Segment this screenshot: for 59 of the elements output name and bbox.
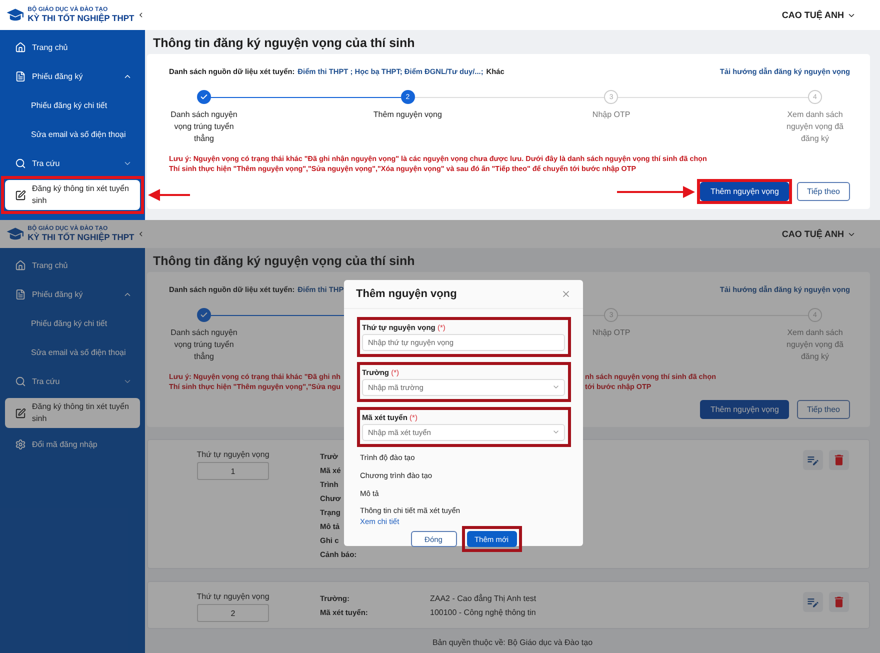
close-icon[interactable]: [561, 289, 571, 299]
menu-icon: [15, 71, 26, 82]
chevron-down-icon: [123, 159, 132, 168]
step-label: Thêm nguyện vọng: [372, 109, 443, 121]
sidebar-item[interactable]: Phiếu đăng ký chi tiết: [5, 309, 140, 338]
sidebar-item[interactable]: Đổi mã đăng nhập: [5, 430, 140, 459]
menu-icon: [15, 260, 26, 271]
menu-icon: [15, 190, 26, 200]
user-menu[interactable]: CAO TUỆ ANH: [782, 229, 856, 239]
sidebar-item[interactable]: Sửa email và số điện thoại: [5, 120, 140, 149]
page-title: Thông tin đăng ký nguyện vọng của thí sinh: [152, 35, 416, 52]
user-menu[interactable]: CAO TUỆ ANH: [782, 10, 856, 20]
sidebar-item[interactable]: Đăng ký thông tin xét tuyển sinh: [5, 398, 140, 428]
sidebar-item[interactable]: Phiếu đăng ký: [5, 62, 140, 91]
order-field[interactable]: 1: [197, 462, 269, 480]
next-button[interactable]: Tiếp theo: [796, 400, 850, 420]
menu-icon: [15, 408, 26, 418]
system-title: KỲ THI TỐT NGHIỆP THPT: [28, 232, 134, 242]
field-value: 100100 - Công nghệ thông tin: [430, 607, 536, 620]
sidebar-item[interactable]: Tra cứu: [5, 367, 140, 396]
trash-icon: [832, 595, 846, 610]
sidebar-item[interactable]: Tra cứu: [5, 149, 140, 178]
sidebar-item[interactable]: Phiếu đăng ký: [5, 280, 140, 309]
menu-icon: [15, 439, 26, 450]
copyright-footer: Bản quyền thuộc về: Bộ Giáo dục và Đào tạo: [145, 632, 880, 653]
chevron-down-icon: [552, 428, 560, 436]
sidebar-item[interactable]: Trang chủ: [5, 33, 140, 62]
order-label: Thứ tự nguyện vọng: [196, 592, 270, 602]
page-title: Thông tin đăng ký nguyện vọng của thí sinh: [152, 253, 416, 270]
chevron-down-icon: [552, 383, 560, 391]
add-wish-button[interactable]: Thêm nguyện vọng: [700, 400, 789, 420]
menu-icon: [15, 42, 26, 53]
menu-icon: [15, 158, 26, 169]
next-button[interactable]: Tiếp theo: [796, 182, 850, 202]
collapse-icon[interactable]: [137, 229, 145, 239]
menu-icon: [15, 289, 26, 300]
dialog-title: Thêm nguyện vọng: [356, 288, 457, 300]
step-label: Danh sách nguyện vọng trúng tuyển thẳng: [170, 109, 238, 145]
step-label: Nhập OTP: [591, 109, 632, 121]
delete-button[interactable]: [829, 592, 849, 612]
edit-button[interactable]: [803, 592, 823, 612]
sidebar-item[interactable]: Trang chủ: [5, 251, 140, 280]
system-title: KỲ THI TỐT NGHIỆP THPT: [28, 13, 134, 23]
chevron-up-icon: [123, 72, 132, 81]
collapse-icon[interactable]: [137, 10, 145, 20]
step-label: Nhập OTP: [591, 327, 632, 339]
step-label: Xem danh sách nguyện vọng đã đăng ký: [786, 327, 844, 363]
edit-button[interactable]: [803, 450, 823, 470]
trash-icon: [832, 453, 846, 468]
chevron-up-icon: [123, 290, 132, 299]
order-label: Thứ tự nguyện vọng: [196, 450, 270, 460]
step-label: Danh sách nguyện vọng trúng tuyển thẳng: [170, 327, 238, 363]
field-value: ZAA2 - Cao đẳng Thị Anh test: [430, 592, 536, 606]
sidebar-item[interactable]: Sửa email và số điện thoại: [5, 338, 140, 367]
order-field[interactable]: 2: [197, 604, 269, 622]
step-label: Xem danh sách nguyện vọng đã đăng ký: [786, 109, 844, 145]
menu-icon: [15, 376, 26, 387]
delete-button[interactable]: [829, 450, 849, 470]
sidebar-item[interactable]: Phiếu đăng ký chi tiết: [5, 91, 140, 120]
